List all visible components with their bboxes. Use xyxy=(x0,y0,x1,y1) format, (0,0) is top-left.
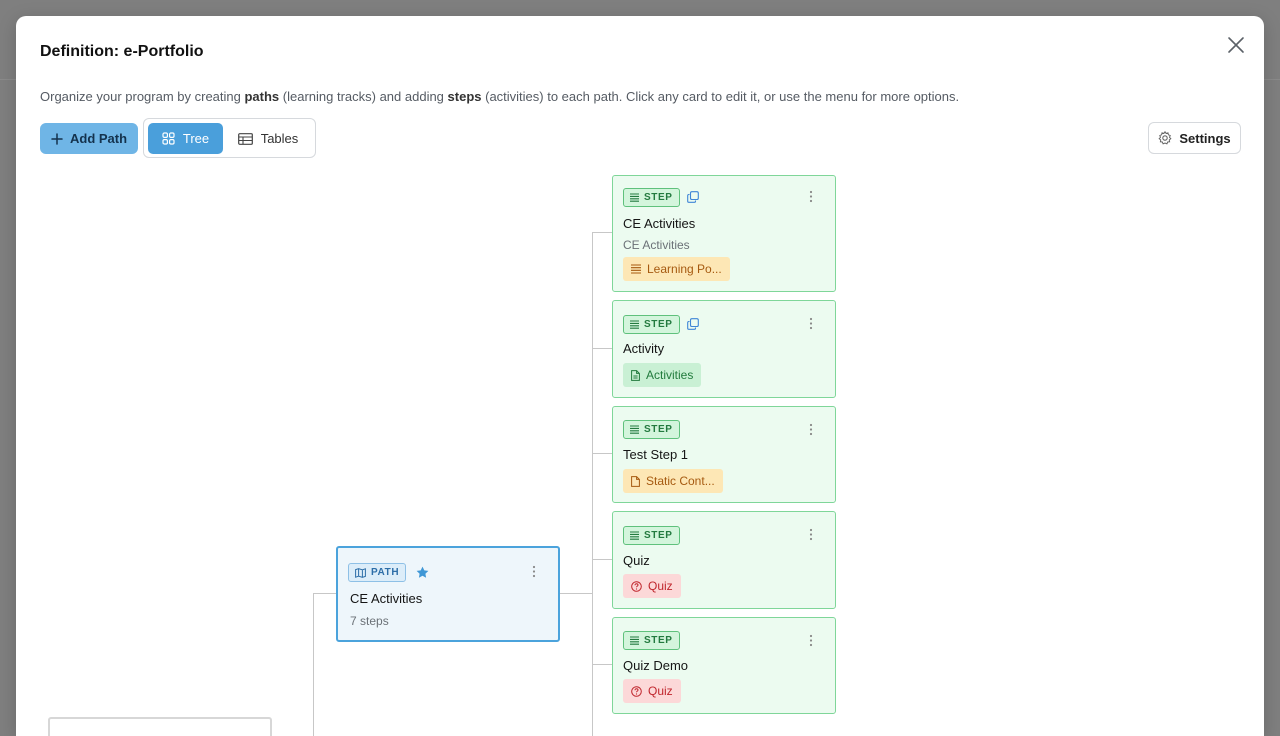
step-badge-label: STEP xyxy=(644,192,673,203)
close-button[interactable] xyxy=(1224,33,1248,57)
list-icon xyxy=(630,425,639,434)
step-title: Test Step 1 xyxy=(623,447,689,462)
step-badge-label: STEP xyxy=(644,530,673,541)
tree-connector xyxy=(592,348,612,349)
add-path-label: Add Path xyxy=(70,131,128,146)
question-circle-icon xyxy=(631,685,642,697)
step-type-tag: Activities xyxy=(623,363,702,387)
question-circle-icon xyxy=(631,580,642,592)
tree-connector xyxy=(592,559,612,560)
step-card[interactable]: STEP Quiz Quiz xyxy=(612,511,836,609)
tree-view-label: Tree xyxy=(182,131,210,146)
step-card[interactable]: STEP CE Activities CE Activities Learnin… xyxy=(612,175,836,292)
tree-connector xyxy=(313,593,336,594)
document-icon xyxy=(631,475,640,487)
grid-icon xyxy=(162,132,175,145)
tree-connector xyxy=(313,593,314,736)
list-icon xyxy=(630,531,639,540)
more-vertical-icon[interactable] xyxy=(809,423,813,436)
tree-connector xyxy=(560,593,592,594)
step-title: Activity xyxy=(623,341,665,356)
description-text: Organize your program by creating xyxy=(40,89,245,104)
tree-connector xyxy=(592,232,593,736)
step-type-label: Quiz xyxy=(648,579,673,593)
close-icon xyxy=(1228,37,1244,53)
view-toggle: Tree Tables xyxy=(143,118,316,158)
tree-view-button[interactable]: Tree xyxy=(148,123,223,154)
modal-description: Organize your program by creating paths … xyxy=(40,89,959,104)
step-title: Quiz xyxy=(623,553,650,568)
step-type-label: Static Cont... xyxy=(646,474,715,488)
star-icon[interactable] xyxy=(416,566,429,579)
step-badge-label: STEP xyxy=(644,319,673,330)
tree-connector xyxy=(592,664,612,665)
step-card[interactable]: STEP Quiz Demo Quiz xyxy=(612,617,836,714)
step-title: CE Activities xyxy=(623,216,696,231)
path-step-count: 7 steps xyxy=(350,614,389,628)
step-badge: STEP xyxy=(623,420,680,439)
step-type-tag: Static Cont... xyxy=(623,469,723,493)
list-icon xyxy=(630,193,639,202)
step-type-label: Learning Po... xyxy=(647,262,722,276)
tree-connector xyxy=(592,453,612,454)
step-type-tag: Quiz xyxy=(623,574,681,598)
step-type-label: Activities xyxy=(646,368,694,382)
step-badge-label: STEP xyxy=(644,424,673,435)
more-vertical-icon[interactable] xyxy=(809,528,813,541)
gear-icon xyxy=(1158,131,1172,145)
modal-title: Definition: e-Portfolio xyxy=(40,43,204,60)
settings-label: Settings xyxy=(1179,130,1231,146)
more-vertical-icon[interactable] xyxy=(809,190,813,203)
step-type-label: Quiz xyxy=(648,684,673,698)
step-card[interactable]: STEP Test Step 1 Static Cont... xyxy=(612,406,836,503)
step-badge: STEP xyxy=(623,526,680,545)
path-card[interactable]: PATH CE Activities 7 steps xyxy=(336,546,560,642)
path-title: CE Activities xyxy=(350,591,423,606)
settings-button[interactable]: Settings xyxy=(1148,122,1241,154)
more-vertical-icon[interactable] xyxy=(809,634,813,647)
step-badge: STEP xyxy=(623,188,680,207)
step-type-tag: Quiz xyxy=(623,679,681,703)
path-badge-label: PATH xyxy=(371,567,400,578)
more-vertical-icon[interactable] xyxy=(809,317,813,330)
description-text: (activities) to each path. Click any car… xyxy=(481,89,960,104)
add-path-button[interactable]: Add Path xyxy=(40,123,139,154)
more-vertical-icon[interactable] xyxy=(532,565,536,578)
list-icon xyxy=(630,320,639,329)
list-icon xyxy=(631,264,641,274)
description-text: (learning tracks) and adding xyxy=(279,89,448,104)
copy-icon[interactable] xyxy=(687,191,699,203)
path-badge: PATH xyxy=(348,563,407,582)
step-badge-label: STEP xyxy=(644,635,673,646)
tables-view-label: Tables xyxy=(260,131,299,146)
description-bold-steps: steps xyxy=(447,89,482,104)
map-icon xyxy=(355,567,366,578)
step-subtitle: CE Activities xyxy=(623,238,690,252)
tables-view-button[interactable]: Tables xyxy=(228,123,308,154)
table-icon xyxy=(237,132,253,145)
step-card[interactable]: STEP Activity Activities xyxy=(612,300,836,398)
step-type-tag: Learning Po... xyxy=(623,257,730,281)
plus-icon xyxy=(51,132,63,145)
document-icon xyxy=(631,369,640,381)
step-badge: STEP xyxy=(623,315,680,334)
list-icon xyxy=(630,636,639,645)
copy-icon[interactable] xyxy=(687,318,699,330)
description-bold-paths: paths xyxy=(244,89,280,104)
tree-connector xyxy=(592,232,612,233)
definition-modal: Definition: e-Portfolio Organize your pr… xyxy=(16,16,1264,736)
step-badge: STEP xyxy=(623,631,680,650)
step-title: Quiz Demo xyxy=(623,658,689,673)
